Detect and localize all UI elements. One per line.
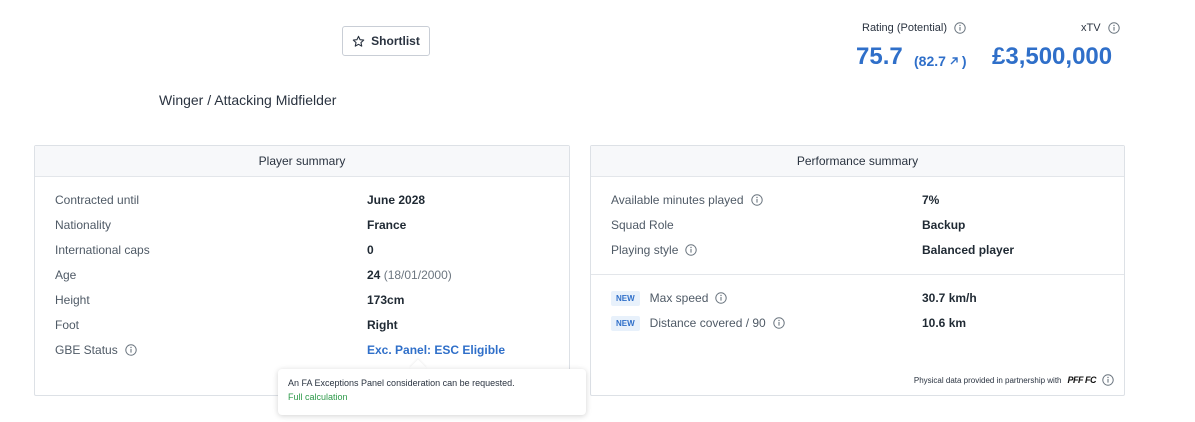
row-value: Backup	[922, 218, 966, 232]
info-icon[interactable]	[125, 344, 137, 356]
row-label: Nationality	[55, 218, 112, 232]
potential-suffix: )	[961, 53, 967, 69]
row-value: 24	[367, 268, 381, 282]
player-summary-title: Player summary	[35, 146, 569, 177]
summary-row: International caps 0	[55, 240, 374, 260]
available-minutes-label: Available minutes played	[611, 193, 763, 207]
rating-label: Rating (Potential)	[862, 22, 966, 34]
pff-fc-logo: PFF FC	[1067, 375, 1097, 385]
new-badge: NEW	[611, 290, 640, 306]
summary-row: GBE Status Exc. Panel: ESC Eligible	[55, 340, 505, 360]
gbe-tooltip: An FA Exceptions Panel consideration can…	[278, 369, 586, 415]
row-value: 7%	[922, 193, 940, 207]
row-label: Foot	[55, 318, 80, 332]
row-label: Available minutes played	[611, 193, 744, 207]
info-icon[interactable]	[685, 244, 698, 256]
summary-row: Age 24 (18/01/2000)	[55, 265, 452, 285]
partner-note: Physical data provided in partnership wi…	[914, 374, 1114, 386]
full-calculation-link[interactable]: Full calculation	[288, 392, 576, 402]
row-label: Contracted until	[55, 193, 140, 207]
xtv-label: xTV	[1081, 22, 1120, 34]
player-summary-card: Player summary Contracted until June 202…	[34, 145, 570, 396]
row-value: 0	[367, 243, 374, 257]
arrow-up-right-icon	[950, 57, 958, 65]
row-value: 10.6 km	[922, 316, 967, 330]
section-divider	[591, 274, 1124, 275]
info-icon[interactable]	[1102, 374, 1114, 386]
summary-row: Foot Right	[55, 315, 398, 335]
row-label: Playing style	[611, 243, 679, 257]
tooltip-text: An FA Exceptions Panel consideration can…	[288, 378, 515, 388]
row-value: June 2028	[367, 193, 426, 207]
shortlist-button[interactable]: Shortlist	[342, 26, 430, 56]
row-label: Height	[55, 293, 90, 307]
physical-row: NEW Distance covered / 90 10.6 km	[611, 313, 966, 333]
gbe-status-link[interactable]: Exc. Panel: ESC Eligible	[367, 343, 505, 357]
shortlist-label: Shortlist	[371, 34, 420, 48]
performance-summary-title: Performance summary	[591, 146, 1124, 177]
info-icon[interactable]	[1107, 22, 1120, 34]
row-value: France	[367, 218, 407, 232]
new-badge: NEW	[611, 315, 640, 331]
potential-value: (82.7	[914, 53, 946, 69]
row-label: Distance covered / 90	[649, 316, 766, 330]
rating-value: 75.7	[856, 43, 903, 70]
max-speed-label: NEW Max speed	[611, 290, 728, 306]
age-value-group: 24 (18/01/2000)	[367, 268, 452, 282]
summary-row: Available minutes played 7%	[611, 190, 939, 210]
info-icon[interactable]	[954, 22, 966, 34]
info-icon[interactable]	[715, 292, 728, 304]
row-label: International caps	[55, 243, 150, 257]
physical-row: NEW Max speed 30.7 km/h	[611, 288, 977, 308]
gbe-status-label: GBE Status	[55, 343, 137, 357]
summary-row: Squad Role Backup	[611, 215, 965, 235]
info-icon[interactable]	[773, 317, 785, 329]
performance-summary-card: Performance summary Available minutes pl…	[590, 145, 1125, 396]
rating-label-text: Rating (Potential)	[862, 22, 947, 34]
row-value: 173cm	[367, 293, 405, 307]
playing-style-label: Playing style	[611, 243, 698, 257]
xtv-value: £3,500,000	[992, 43, 1113, 70]
birth-date: (18/01/2000)	[383, 268, 452, 282]
row-label: Squad Role	[611, 218, 674, 232]
xtv-label-text: xTV	[1081, 22, 1101, 34]
info-icon[interactable]	[750, 194, 763, 206]
summary-row: Height 173cm	[55, 290, 404, 310]
player-position: Winger / Attacking Midfielder	[159, 92, 337, 108]
summary-row: Playing style Balanced player	[611, 240, 1014, 260]
summary-row: Contracted until June 2028	[55, 190, 425, 210]
row-label: GBE Status	[55, 343, 118, 357]
potential-rating: (82.7 )	[914, 53, 967, 69]
row-label: Age	[55, 268, 77, 282]
star-icon	[352, 35, 365, 47]
row-value: 30.7 km/h	[922, 291, 977, 305]
row-label: Max speed	[649, 291, 709, 305]
row-value: Right	[367, 318, 398, 332]
summary-row: Nationality France	[55, 215, 406, 235]
row-value: Balanced player	[922, 243, 1015, 257]
partner-note-text: Physical data provided in partnership wi…	[913, 375, 1062, 385]
distance-label: NEW Distance covered / 90	[611, 315, 785, 331]
